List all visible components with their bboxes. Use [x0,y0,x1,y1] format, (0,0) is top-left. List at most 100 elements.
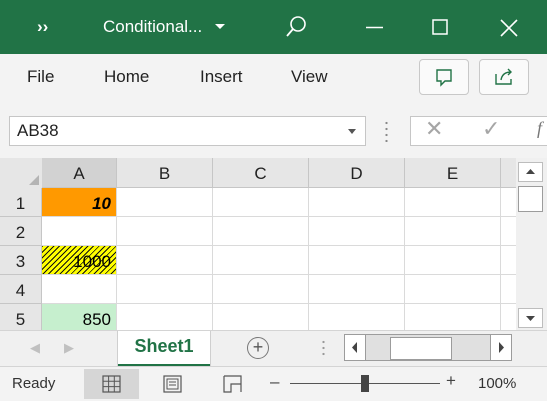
zoom-in-button[interactable]: + [446,371,456,391]
cell-a1[interactable]: 10 [42,188,117,217]
cell-a4[interactable] [42,275,117,304]
cell-b3[interactable] [117,246,213,275]
cell-d5[interactable] [309,304,405,330]
sheet-tab[interactable]: Sheet1 [118,331,210,367]
insert-function-icon[interactable]: f [537,118,542,139]
horizontal-scrollbar[interactable] [344,334,516,361]
close-button[interactable] [484,0,534,54]
formula-bar-resize-grip[interactable] [385,120,388,142]
name-box-dropdown-icon[interactable] [348,129,356,134]
scroll-left-button[interactable] [344,334,366,361]
cell-a5[interactable]: 850 [42,304,117,330]
horizontal-scroll-thumb[interactable] [390,337,452,360]
page-break-view-button[interactable] [205,369,260,399]
cell-e4[interactable] [405,275,501,304]
cell-a2[interactable] [42,217,117,246]
normal-view-icon [102,375,121,393]
page-layout-icon [163,375,182,393]
previous-sheet-icon[interactable]: ◀ [30,340,40,356]
cell-f5[interactable] [501,304,516,330]
column-header-e[interactable]: E [405,158,501,188]
cell-b5[interactable] [117,304,213,330]
share-button[interactable] [479,59,529,95]
scroll-right-button[interactable] [490,334,512,361]
vertical-scroll-thumb[interactable] [518,186,543,212]
comments-button[interactable] [419,59,469,95]
tab-split-grip[interactable] [322,339,325,359]
cell-d4[interactable] [309,275,405,304]
cell-f3[interactable] [501,246,516,275]
cell-b4[interactable] [117,275,213,304]
cell-e2[interactable] [405,217,501,246]
row-header-1[interactable]: 1 [0,188,42,217]
scroll-down-button[interactable] [518,308,543,328]
next-sheet-icon[interactable]: ▶ [64,340,74,356]
scroll-up-icon [526,169,535,174]
cell-f4[interactable] [501,275,516,304]
column-header-a[interactable]: A [42,158,117,188]
cancel-icon[interactable]: ✕ [425,116,443,142]
row-header-2[interactable]: 2 [0,217,42,246]
sheet-tab-label: Sheet1 [134,336,194,356]
scroll-up-button[interactable] [518,162,543,182]
search-icon[interactable] [271,0,321,54]
page-layout-view-button[interactable] [145,369,200,399]
name-box-value: AB38 [17,121,59,140]
share-icon [495,68,512,85]
zoom-slider-thumb[interactable] [361,375,369,392]
status-text: Ready [12,375,56,392]
cell-c2[interactable] [213,217,309,246]
select-all-button[interactable] [0,158,43,189]
cell-d1[interactable] [309,188,405,217]
cell-f2[interactable] [501,217,516,246]
scroll-right-icon [499,342,504,353]
cell-b1[interactable] [117,188,213,217]
scroll-left-icon [352,342,357,353]
cell-a3[interactable]: 1000 [42,246,117,275]
status-bar: Ready – + 100% [0,366,547,401]
document-title[interactable]: Conditional... [103,0,202,54]
cell-e3[interactable] [405,246,501,275]
cell-e1[interactable] [405,188,501,217]
cell-b2[interactable] [117,217,213,246]
cell-c5[interactable] [213,304,309,330]
horizontal-scroll-track[interactable] [366,334,494,361]
comment-icon [436,69,452,87]
sheet-tab-bar: ◀ ▶ Sheet1 + [0,330,547,367]
worksheet-grid[interactable]: A B C D E 1 2 3 4 5 10 1000 850 [0,158,516,330]
zoom-out-button[interactable]: – [270,372,279,392]
cell-e5[interactable] [405,304,501,330]
zoom-level[interactable]: 100% [478,375,516,392]
column-header-d[interactable]: D [309,158,405,188]
menu-file[interactable]: File [27,54,54,100]
row-header-4[interactable]: 4 [0,275,42,304]
formula-bar: AB38 [0,100,547,158]
menu-view[interactable]: View [291,54,328,100]
add-sheet-button[interactable]: + [247,337,269,359]
maximize-button[interactable] [416,0,466,54]
select-all-icon [29,175,39,185]
name-box[interactable]: AB38 [9,116,366,146]
menu-home[interactable]: Home [104,54,149,100]
normal-view-button[interactable] [84,369,139,399]
enter-icon[interactable]: ✓ [482,116,500,142]
page-break-icon [223,375,242,393]
quick-access-overflow-button[interactable]: ›› [37,0,48,54]
cell-d3[interactable] [309,246,405,275]
cell-c4[interactable] [213,275,309,304]
column-header-f[interactable] [501,158,516,188]
column-header-c[interactable]: C [213,158,309,188]
minimize-button[interactable] [353,0,403,54]
cell-f1[interactable] [501,188,516,217]
menu-insert[interactable]: Insert [200,54,243,100]
cell-c1[interactable] [213,188,309,217]
scroll-down-icon [526,316,535,321]
column-header-b[interactable]: B [117,158,213,188]
vertical-scrollbar[interactable] [516,158,547,330]
row-header-5[interactable]: 5 [0,304,42,330]
ribbon-menu: File Home Insert View [0,54,547,101]
row-header-3[interactable]: 3 [0,246,42,275]
title-bar: ›› Conditional... [0,0,547,54]
cell-c3[interactable] [213,246,309,275]
cell-d2[interactable] [309,217,405,246]
